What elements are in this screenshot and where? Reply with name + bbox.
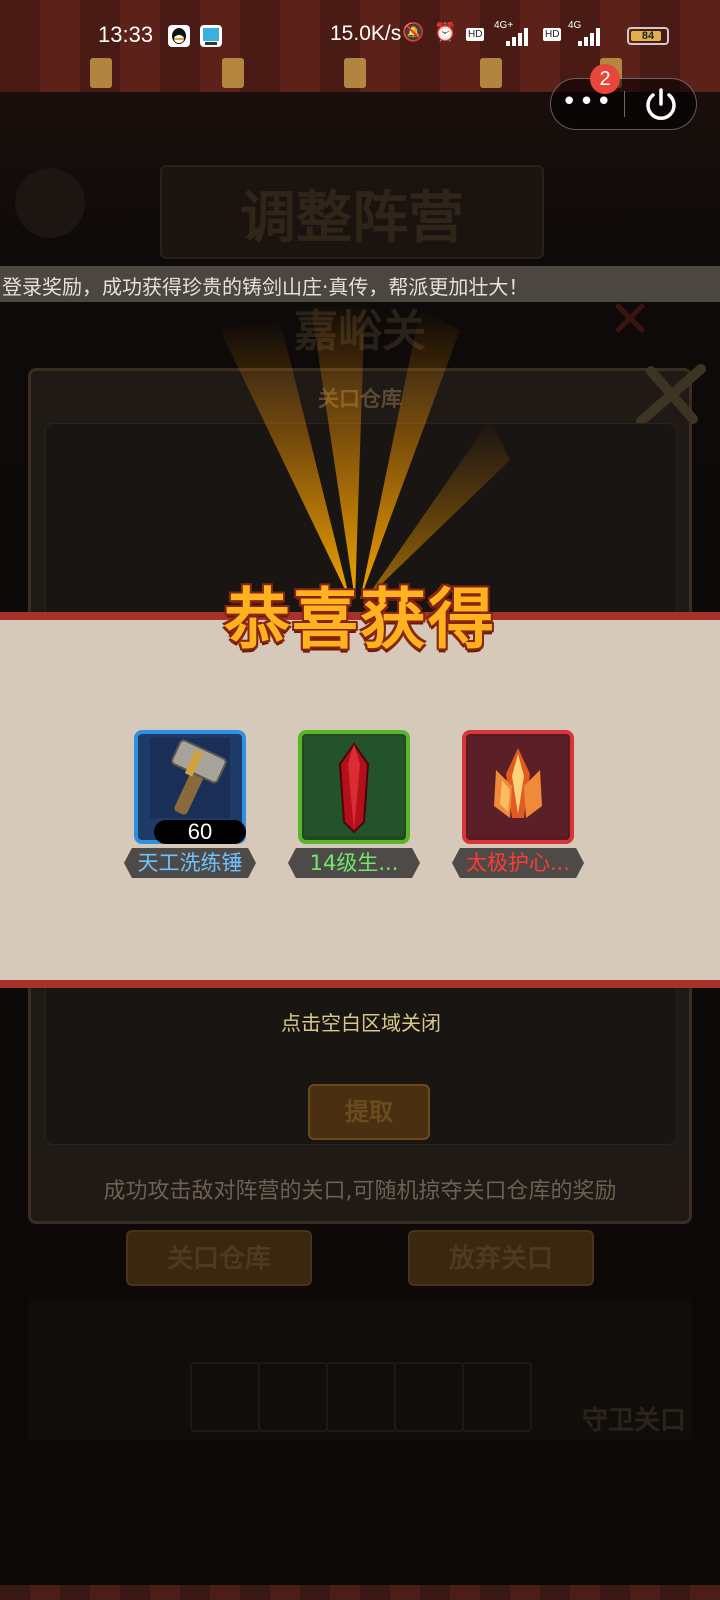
power-icon[interactable] (625, 79, 697, 129)
reward-item[interactable]: 太极护心... (452, 730, 584, 880)
guard-pass-button[interactable]: 守卫关口 (582, 1400, 686, 1437)
abandon-pass-button[interactable]: 放弃关口 (408, 1230, 594, 1286)
banner-title: 调整阵营 (240, 185, 464, 251)
network-speed: 15.0K/s (330, 22, 402, 45)
fetch-button[interactable]: 提取 (308, 1084, 430, 1140)
fire-crystal-icon (468, 736, 568, 836)
battery-level: 84 (641, 30, 655, 42)
item-name: 天工洗练锤 (124, 848, 256, 878)
item-name: 14级生... (288, 848, 420, 878)
status-time: 13:33 (98, 22, 154, 47)
miniprogram-capsule: ••• (550, 78, 697, 130)
item-name: 太极护心... (452, 848, 584, 878)
bottom-decoration (0, 1585, 720, 1600)
close-icon[interactable] (631, 361, 711, 431)
qq-icon (168, 25, 190, 47)
slot-dim (462, 1362, 532, 1432)
reward-title: 恭喜获得 (224, 581, 496, 658)
back-button-dim (15, 168, 85, 238)
reward-item[interactable]: 60 天工洗练锤 (124, 730, 256, 880)
title-banner-dim: 调整阵营 (160, 165, 544, 259)
hd-icon: HD (466, 28, 485, 41)
mute-bell-icon: 🔕 (402, 22, 425, 43)
notification-badge: 2 (590, 64, 620, 94)
item-frame (298, 730, 410, 844)
slot-dim (258, 1362, 328, 1432)
red-crystal-icon (304, 736, 404, 836)
reward-item[interactable]: 14级生... (288, 730, 420, 880)
item-count: 60 (154, 820, 246, 844)
app-notification-icon (200, 25, 222, 47)
hd-icon: HD (543, 28, 562, 41)
item-frame (462, 730, 574, 844)
notice-text: 登录奖励，成功获得珍贵的铸剑山庄·真传，帮派更加壮大！ (2, 275, 529, 299)
item-frame: 60 (134, 730, 246, 844)
signal-icon (578, 28, 604, 46)
status-bar: 13:33 15.0K/s 🔕 ⏰ HD 4G+ HD 4G 84 (0, 0, 720, 72)
slot-dim (190, 1362, 260, 1432)
signal-icon (506, 28, 532, 46)
slot-dim (394, 1362, 464, 1432)
alarm-icon: ⏰ (434, 22, 457, 43)
slot-dim (326, 1362, 396, 1432)
close-hint[interactable]: 点击空白区域关闭 (46, 1007, 676, 1036)
warehouse-description: 成功攻击敌对阵营的关口,可随机掠夺关口仓库的奖励 (103, 1179, 617, 1204)
warehouse-button[interactable]: 关口仓库 (126, 1230, 312, 1286)
notice-marquee: 登录奖励，成功获得珍贵的铸剑山庄·真传，帮派更加壮大！ (0, 266, 720, 302)
battery-icon: 84 (627, 27, 669, 45)
